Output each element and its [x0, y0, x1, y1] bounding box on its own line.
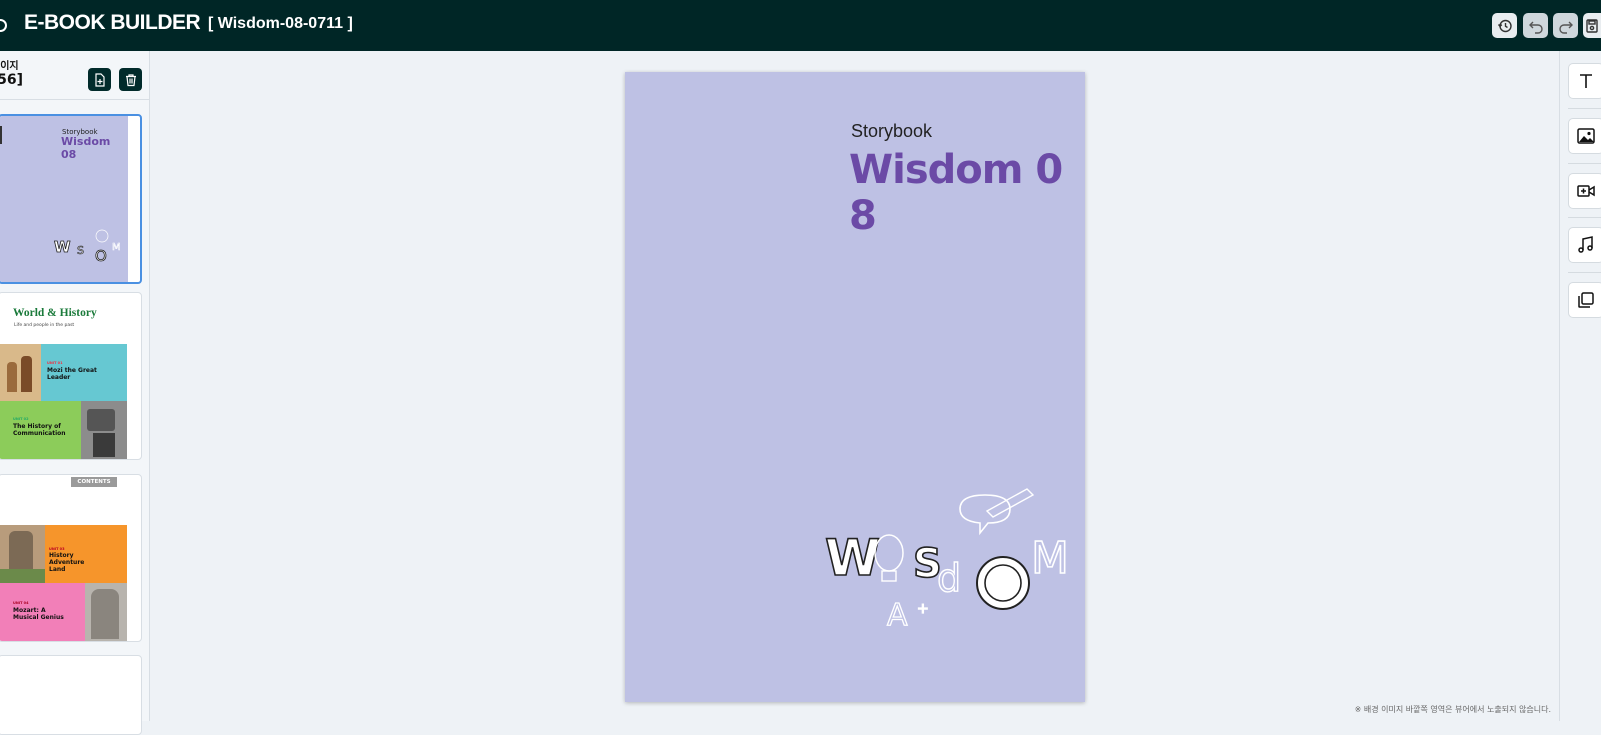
svg-text:M: M: [112, 242, 121, 253]
text-tool[interactable]: [1568, 63, 1601, 99]
history-button[interactable]: [1492, 13, 1517, 38]
thumb-unit1-tag: UNIT 01: [47, 361, 63, 365]
app-title: E-BOOK BUILDER: [24, 11, 201, 34]
thumb-unit2-tag: UNIT 02: [13, 417, 29, 421]
thumb-unit4-title: Mozart: A Musical Genius: [13, 607, 64, 621]
history-icon: [1497, 19, 1512, 32]
trash-icon: [125, 73, 136, 86]
video-add-icon: [1577, 185, 1595, 197]
wisdom-art-thumb: W S O M: [54, 229, 121, 265]
wisdom-doodle-art[interactable]: W S d M A +: [825, 487, 1080, 637]
copy-icon: [1578, 292, 1594, 308]
save-button[interactable]: [1583, 13, 1601, 38]
thumb-contents-badge: CONTENTS: [71, 477, 117, 487]
undo-button[interactable]: [1523, 13, 1548, 38]
thumb-photo: [0, 525, 45, 583]
thumb-wisdom: Wisdom 08: [61, 135, 111, 161]
redo-button[interactable]: [1553, 13, 1578, 38]
music-note-icon: [1578, 236, 1593, 253]
image-tool[interactable]: [1568, 118, 1601, 154]
svg-text:W: W: [54, 238, 71, 256]
cover-storybook-text[interactable]: Storybook: [851, 121, 932, 142]
svg-text:+: +: [917, 601, 929, 617]
svg-text:M: M: [1031, 533, 1069, 584]
top-bar: E-BOOK BUILDER [ Wisdom-08-0711 ]: [0, 0, 1601, 51]
logo-icon: [0, 19, 7, 32]
duplicate-tool[interactable]: [1568, 282, 1601, 318]
page-sidebar: 페이지 /56] Storybook Wisdom 08 W S O M Wor…: [0, 51, 150, 735]
thumb-unit2-panel: UNIT 02 The History of Communication: [0, 401, 81, 459]
thumb-unit1-panel: UNIT 01 Mozi the Great Leader: [41, 344, 127, 401]
viewer-notice: ※ 배경 이미지 바깥쪽 영역은 뷰어에서 노출되지 않습니다.: [1354, 705, 1551, 714]
svg-text:A: A: [887, 598, 908, 633]
page-count: /56]: [0, 72, 23, 88]
text-icon: [1580, 74, 1592, 88]
delete-page-button[interactable]: [119, 68, 142, 91]
add-page-button[interactable]: [88, 68, 111, 91]
editor-canvas: Storybook Wisdom 0 8 W S d M A + ※ 배경 이미…: [150, 51, 1559, 721]
page-thumbnail-2[interactable]: World & History Life and people in the p…: [0, 292, 142, 460]
undo-icon: [1528, 21, 1543, 34]
cover-wisdom-title[interactable]: Wisdom 0 8: [849, 147, 1085, 239]
page-thumbnail-1[interactable]: Storybook Wisdom 08 W S O M: [0, 114, 142, 284]
svg-text:d: d: [937, 556, 961, 600]
svg-text:W: W: [825, 529, 880, 587]
add-page-icon: [94, 72, 105, 87]
cover-page[interactable]: Storybook Wisdom 0 8 W S d M A +: [625, 72, 1085, 702]
thumb-unit3-tag: UNIT 03: [49, 547, 65, 551]
audio-tool[interactable]: [1568, 227, 1601, 263]
thumb-unit4-panel: UNIT 04 Mozart: A Musical Genius: [0, 583, 85, 641]
svg-text:S: S: [77, 244, 84, 257]
thumb-photo: [85, 583, 127, 641]
thumb-unit2-title: The History of Communication: [13, 423, 66, 437]
thumb-world-title: World & History: [13, 307, 97, 319]
sidebar-title: 페이지: [0, 61, 19, 72]
divider: [1568, 108, 1601, 109]
thumb-unit1-title: Mozi the Great Leader: [47, 367, 97, 381]
thumb-unit4-tag: UNIT 04: [13, 601, 29, 605]
divider: [1568, 272, 1601, 273]
tool-bar: [1559, 51, 1601, 721]
image-icon: [1577, 128, 1595, 144]
redo-icon: [1558, 21, 1573, 34]
divider: [1568, 217, 1601, 218]
thumb-world-subtitle: Life and people in the past: [14, 323, 75, 328]
thumb-photo: [81, 401, 127, 459]
thumb-photo: [0, 344, 41, 401]
sidebar-header: 페이지 /56]: [0, 51, 149, 100]
page-marker: [0, 126, 2, 144]
page-thumbnail-4[interactable]: [0, 655, 142, 735]
save-icon: [1586, 18, 1598, 33]
thumb-unit3-title: History Adventure Land: [49, 552, 85, 573]
video-tool[interactable]: [1568, 173, 1601, 209]
divider: [1568, 163, 1601, 164]
document-title: [ Wisdom-08-0711 ]: [208, 15, 353, 32]
page-thumbnail-3[interactable]: CONTENTS UNIT 03 History Adventure Land …: [0, 474, 142, 642]
thumb-unit3-panel: UNIT 03 History Adventure Land: [45, 525, 127, 583]
svg-text:O: O: [95, 247, 107, 265]
